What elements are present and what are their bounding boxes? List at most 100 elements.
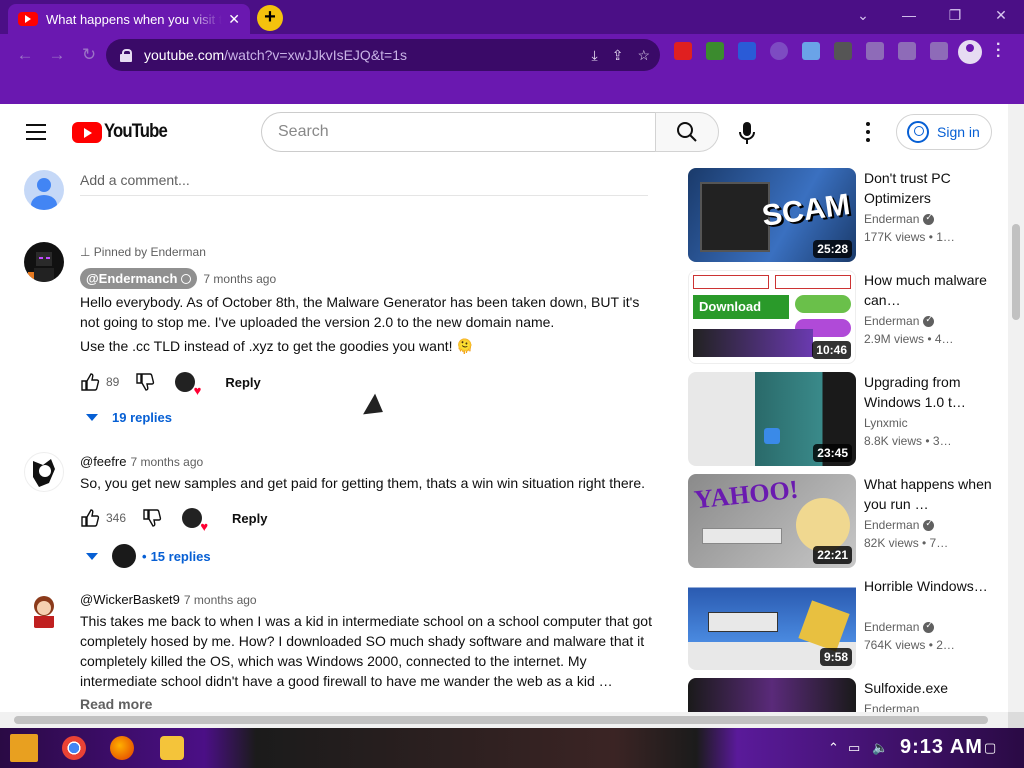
close-tab-icon[interactable]: ✕ <box>228 11 240 28</box>
related-video-item[interactable]: Download 10:46 How much malware can… End… <box>688 270 1008 366</box>
bookmark-star-icon[interactable]: ☆ <box>637 47 650 64</box>
taskbar: ⌃ ▭ 🔈 9:13 AM ▢ <box>0 728 1024 768</box>
profile-avatar-icon[interactable] <box>958 40 982 64</box>
user-avatar <box>24 170 64 210</box>
video-duration: 23:45 <box>813 444 852 462</box>
like-icon[interactable] <box>80 508 100 528</box>
reply-button[interactable]: Reply <box>232 511 267 526</box>
commenter-avatar[interactable] <box>24 452 64 492</box>
video-thumbnail[interactable]: Download 10:46 <box>688 270 856 364</box>
share-icon[interactable]: ⇪ <box>612 47 624 64</box>
extensions-puzzle-icon[interactable] <box>866 42 884 60</box>
start-button[interactable] <box>10 734 38 762</box>
video-title[interactable]: Upgrading from Windows 1.0 t… <box>864 372 994 412</box>
hamburger-menu-icon[interactable] <box>26 124 46 140</box>
extension-2-icon[interactable] <box>706 42 724 60</box>
video-thumbnail[interactable] <box>688 678 856 712</box>
comment-author[interactable]: @Endermanch <box>80 268 198 289</box>
close-window-button[interactable]: ✕ <box>978 0 1024 30</box>
chrome-taskbar-icon[interactable] <box>62 736 86 760</box>
dislike-icon[interactable] <box>142 508 162 528</box>
video-title[interactable]: What happens when you run … <box>864 474 994 514</box>
video-meta: 82K views • 7… <box>864 536 949 550</box>
reload-button[interactable]: ↻ <box>76 42 102 68</box>
video-thumbnail[interactable]: 9:58 <box>688 576 856 670</box>
video-meta: 2.9M views • 4… <box>864 332 954 346</box>
comment-time[interactable]: 7 months ago <box>203 272 276 286</box>
address-bar[interactable]: youtube.com /watch?v=xwJJkvIsEJQ&t=1s ⤓ … <box>106 39 660 71</box>
volume-icon[interactable]: 🔈 <box>872 740 888 756</box>
read-more-button[interactable]: Read more <box>80 696 152 712</box>
video-thumbnail[interactable]: YAHOO! 22:21 <box>688 474 856 568</box>
extension-3-icon[interactable] <box>738 42 756 60</box>
channel-name[interactable]: Enderman <box>864 702 919 712</box>
related-video-item[interactable]: YAHOO! 22:21 What happens when you run …… <box>688 474 1008 570</box>
firefox-taskbar-icon[interactable] <box>110 736 134 760</box>
video-thumbnail[interactable]: 23:45 <box>688 372 856 466</box>
channel-name[interactable]: Lynxmic <box>864 416 908 430</box>
lock-icon[interactable] <box>120 49 132 62</box>
tray-chevron-icon[interactable]: ⌃ <box>828 740 839 756</box>
comment-author[interactable]: @feefre <box>80 454 126 469</box>
like-icon[interactable] <box>80 372 100 392</box>
video-thumbnail[interactable]: SCAM 25:28 <box>688 168 856 262</box>
video-duration: 10:46 <box>812 341 851 359</box>
youtube-logo[interactable]: YouTube <box>72 121 175 143</box>
back-button[interactable]: ← <box>12 42 38 68</box>
verified-icon <box>923 212 935 225</box>
minimize-button[interactable]: — <box>886 0 932 30</box>
related-video-item[interactable]: SCAM 25:28 Don't trust PC Optimizers End… <box>688 168 1008 264</box>
extension-5-icon[interactable] <box>802 42 820 60</box>
search-button[interactable] <box>655 112 719 152</box>
channel-name[interactable]: Enderman <box>864 620 935 634</box>
view-replies-button[interactable]: 19 replies <box>86 410 172 425</box>
video-duration: 25:28 <box>813 240 852 258</box>
commenter-avatar[interactable] <box>24 242 64 282</box>
vertical-scrollbar[interactable] <box>1008 104 1024 712</box>
video-title[interactable]: How much malware can… <box>864 270 994 310</box>
chrome-menu-icon[interactable]: · · · <box>996 37 1001 65</box>
video-title[interactable]: Sulfoxide.exe <box>864 678 994 698</box>
channel-name[interactable]: Enderman <box>864 212 935 226</box>
extension-1-icon[interactable] <box>674 42 692 60</box>
forward-button[interactable]: → <box>44 42 70 68</box>
youtube-play-icon <box>72 121 102 143</box>
video-duration: 22:21 <box>813 546 852 564</box>
horizontal-scrollbar[interactable] <box>0 712 1008 728</box>
channel-name[interactable]: Enderman <box>864 518 935 532</box>
media-icon[interactable] <box>898 42 916 60</box>
dislike-icon[interactable] <box>135 372 155 392</box>
view-replies-button[interactable]: • 15 replies <box>86 544 211 568</box>
add-comment-input[interactable]: Add a comment... <box>80 172 648 196</box>
settings-more-icon[interactable] <box>866 122 870 146</box>
side-panel-icon[interactable] <box>930 42 948 60</box>
file-explorer-taskbar-icon[interactable] <box>160 736 184 760</box>
reply-button[interactable]: Reply <box>225 375 260 390</box>
comment-time[interactable]: 7 months ago <box>184 593 257 607</box>
related-video-item[interactable]: Sulfoxide.exe Enderman <box>688 678 1008 712</box>
comment-time[interactable]: 7 months ago <box>130 455 203 469</box>
network-icon[interactable]: ▭ <box>848 740 860 756</box>
tab-search-icon[interactable]: ⌄ <box>840 0 886 30</box>
extension-4-icon[interactable] <box>770 42 788 60</box>
search-input[interactable]: Search <box>261 112 655 152</box>
new-tab-button[interactable]: + <box>257 5 283 31</box>
scrollbar-corner <box>1008 712 1024 728</box>
verified-icon <box>181 273 192 284</box>
channel-name[interactable]: Enderman <box>864 314 935 328</box>
microphone-icon[interactable] <box>734 118 760 148</box>
taskbar-clock[interactable]: 9:13 AM <box>900 736 983 759</box>
related-video-item[interactable]: 9:58 Horrible Windows… Enderman 764K vie… <box>688 576 1008 672</box>
video-title[interactable]: Don't trust PC Optimizers <box>864 168 994 208</box>
video-title[interactable]: Horrible Windows… <box>864 576 994 596</box>
extension-6-icon[interactable] <box>834 42 852 60</box>
sign-in-button[interactable]: Sign in <box>896 114 992 150</box>
commenter-avatar[interactable] <box>24 590 64 630</box>
comment-author[interactable]: @WickerBasket9 <box>80 592 180 607</box>
notifications-icon[interactable]: ▢ <box>984 740 996 756</box>
install-icon[interactable]: ⤓ <box>592 47 598 64</box>
verified-icon <box>923 620 935 633</box>
browser-tab[interactable]: What happens when you visit the ✕ <box>8 4 250 34</box>
related-video-item[interactable]: 23:45 Upgrading from Windows 1.0 t… Lynx… <box>688 372 1008 468</box>
restore-button[interactable]: ❐ <box>932 0 978 30</box>
